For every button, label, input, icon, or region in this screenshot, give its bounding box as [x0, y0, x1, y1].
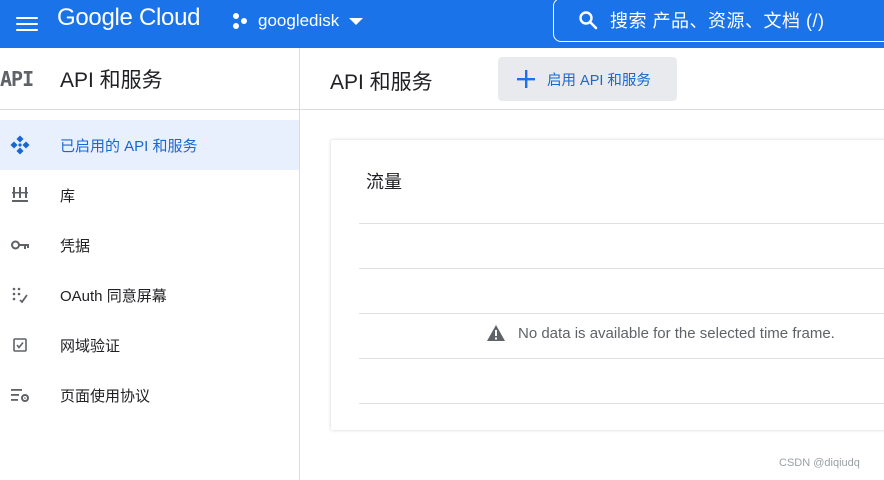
settings-list-icon — [11, 389, 29, 402]
chart-gridline — [359, 313, 884, 314]
checkbox-icon — [13, 338, 27, 352]
traffic-card: 流量 No data is available for the selected… — [331, 140, 884, 430]
sidebar-header: API API 和服务 — [0, 48, 299, 110]
sidebar-item-label: 网域验证 — [60, 337, 121, 355]
enabled-apis-icon — [10, 135, 30, 155]
main-content: API 和服务 启用 API 和服务 流量 No data is availab… — [300, 48, 884, 480]
sidebar-nav: 已启用的 API 和服务 库 凭据 OAuth 同意屏幕 网域验证 页面使用协议 — [0, 110, 299, 420]
watermark: CSDN @diqiudq — [779, 457, 860, 469]
left-nav: API API 和服务 已启用的 API 和服务 库 凭据 OAuth 同意屏幕… — [0, 48, 300, 480]
page-header: API 和服务 启用 API 和服务 — [300, 48, 884, 110]
top-app-bar: Google Cloud googledisk 搜索 产品、资源、文档 (/) — [0, 0, 884, 48]
search-input[interactable]: 搜索 产品、资源、文档 (/) — [553, 0, 884, 42]
no-data-message: No data is available for the selected ti… — [486, 324, 835, 342]
sidebar-item-label: 凭据 — [60, 237, 91, 255]
chart-gridline — [359, 358, 884, 359]
sidebar-item-domain-verification[interactable]: 网域验证 — [0, 320, 299, 370]
sidebar-item-oauth-consent[interactable]: OAuth 同意屏幕 — [0, 270, 299, 320]
search-icon — [579, 11, 598, 30]
project-selector[interactable]: googledisk — [230, 8, 364, 34]
no-data-text: No data is available for the selected ti… — [518, 324, 835, 342]
sidebar-item-label: 库 — [60, 187, 76, 205]
oauth-consent-icon — [12, 287, 28, 304]
key-icon — [11, 240, 29, 250]
google-cloud-logo[interactable]: Google Cloud — [57, 3, 200, 33]
hamburger-menu-icon[interactable] — [6, 4, 46, 44]
warning-icon — [487, 325, 505, 341]
sidebar-item-label: OAuth 同意屏幕 — [60, 287, 167, 305]
project-name: googledisk — [258, 11, 340, 30]
card-title: 流量 — [366, 172, 402, 192]
sidebar-title: API 和服务 — [60, 68, 163, 92]
enable-apis-button-label: 启用 API 和服务 — [547, 72, 651, 89]
project-hexagon-icon — [233, 13, 247, 29]
page-title: API 和服务 — [330, 71, 433, 94]
plus-icon — [517, 70, 535, 88]
chart-gridline — [359, 403, 884, 404]
enable-apis-button[interactable]: 启用 API 和服务 — [498, 57, 677, 101]
sidebar-item-enabled-apis[interactable]: 已启用的 API 和服务 — [0, 120, 299, 170]
sidebar-item-label: 页面使用协议 — [60, 387, 151, 405]
sidebar-item-credentials[interactable]: 凭据 — [0, 220, 299, 270]
chart-gridline — [359, 268, 884, 269]
library-icon — [12, 187, 28, 202]
chevron-down-icon — [349, 17, 364, 25]
api-logo-icon: API — [0, 66, 34, 91]
search-placeholder: 搜索 产品、资源、文档 (/) — [610, 11, 825, 31]
sidebar-item-library[interactable]: 库 — [0, 170, 299, 220]
sidebar-item-label: 已启用的 API 和服务 — [60, 137, 198, 155]
chart-gridline — [359, 223, 884, 224]
sidebar-item-page-usage-agreement[interactable]: 页面使用协议 — [0, 370, 299, 420]
